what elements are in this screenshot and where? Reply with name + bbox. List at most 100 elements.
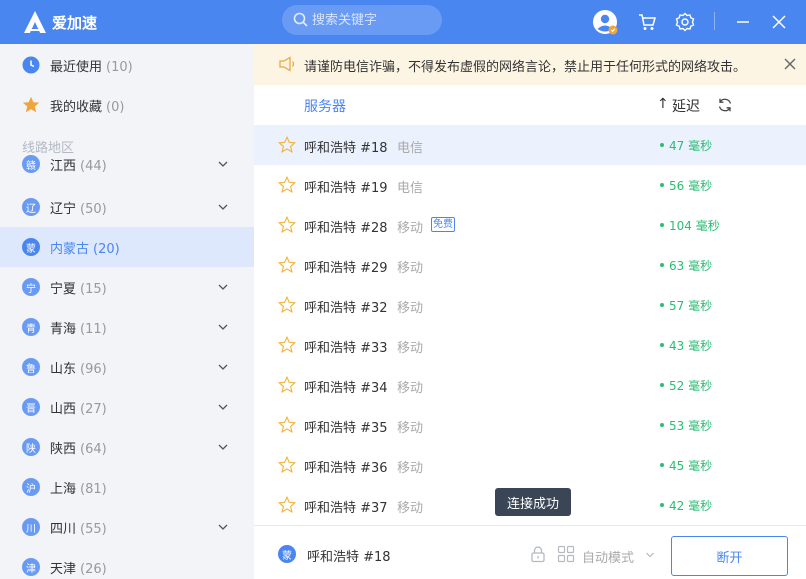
title-bar: 爱加速 — [0, 0, 806, 44]
server-row[interactable]: 呼和浩特 #28 移动 免费 104 毫秒 — [254, 205, 806, 245]
cart-icon[interactable] — [634, 9, 660, 35]
current-server-name: 呼和浩特 #18 — [307, 550, 391, 565]
app-logo-icon — [24, 11, 46, 33]
sidebar-item-jiangxi[interactable]: 赣 江西 (44) — [0, 146, 254, 182]
sidebar-item-sichuan[interactable]: 川 四川 (55) — [0, 507, 254, 547]
server-row[interactable]: 呼和浩特 #33 移动 43 毫秒 — [254, 325, 806, 365]
server-row[interactable]: 呼和浩特 #19 电信 56 毫秒 — [254, 165, 806, 205]
notice-bar: 请谨防电信诈骗，不得发布虚假的网络言论，禁止用于任何形式的网络攻击。 — [254, 44, 806, 85]
search-box[interactable] — [282, 5, 442, 35]
region-badge: 宁 — [22, 278, 40, 296]
sidebar-item-shanxi[interactable]: 晋 山西 (27) — [0, 387, 254, 427]
disconnect-button[interactable]: 断开 — [671, 536, 788, 576]
server-name: 呼和浩特 #28 — [304, 221, 388, 236]
gear-icon[interactable] — [672, 9, 698, 35]
column-header-latency[interactable]: 延迟 — [672, 96, 700, 116]
latency-dot — [660, 303, 664, 307]
latency-dot — [660, 383, 664, 387]
search-input[interactable] — [312, 11, 432, 29]
sidebar-item-label: 天津 — [50, 561, 77, 577]
server-latency: 63 毫秒 — [669, 259, 713, 273]
server-latency: 56 毫秒 — [669, 179, 713, 193]
server-name: 呼和浩特 #19 — [304, 181, 388, 196]
sidebar-item-qinghai[interactable]: 青 青海 (11) — [0, 307, 254, 347]
minimize-icon[interactable] — [730, 9, 756, 35]
server-row[interactable]: 呼和浩特 #36 移动 45 毫秒 — [254, 445, 806, 485]
sidebar-item-label: 辽宁 — [50, 201, 77, 217]
server-name: 呼和浩特 #34 — [304, 381, 388, 396]
server-row[interactable]: 呼和浩特 #29 移动 63 毫秒 — [254, 245, 806, 285]
server-name: 呼和浩特 #35 — [304, 421, 388, 436]
server-row[interactable]: 呼和浩特 #18 电信 47 毫秒 — [254, 125, 806, 165]
star-outline-icon[interactable] — [278, 136, 296, 154]
region-badge: 津 — [22, 558, 40, 576]
close-icon[interactable] — [782, 56, 798, 72]
region-badge: 辽 — [22, 198, 40, 216]
sidebar-item-neimenggu[interactable]: 蒙 内蒙古 (20) — [0, 227, 254, 267]
star-outline-icon[interactable] — [278, 256, 296, 274]
server-name: 呼和浩特 #29 — [304, 261, 388, 276]
sidebar-item-count: (11) — [80, 321, 107, 337]
sidebar-item-label: 山西 — [50, 401, 77, 417]
user-avatar-icon[interactable] — [592, 9, 618, 35]
star-outline-icon[interactable] — [278, 296, 296, 314]
close-icon[interactable] — [766, 9, 792, 35]
sidebar-item-label: 江西 — [50, 158, 77, 174]
server-isp: 移动 — [397, 341, 424, 356]
latency-dot — [660, 183, 664, 187]
latency-dot — [660, 503, 664, 507]
server-row[interactable]: 呼和浩特 #34 移动 52 毫秒 — [254, 365, 806, 405]
star-outline-icon[interactable] — [278, 376, 296, 394]
server-row[interactable]: 呼和浩特 #35 移动 53 毫秒 — [254, 405, 806, 445]
refresh-icon[interactable] — [717, 97, 733, 113]
star-outline-icon[interactable] — [278, 216, 296, 234]
sidebar-item-count: (44) — [80, 158, 107, 174]
sidebar-item-shaanxi[interactable]: 陕 陕西 (64) — [0, 427, 254, 467]
app-title: 爱加速 — [52, 14, 98, 32]
sidebar-item-label: 我的收藏 — [50, 99, 103, 115]
column-header-server[interactable]: 服务器 — [304, 96, 346, 116]
sidebar-item-shanghai[interactable]: 沪 上海 (81) — [0, 467, 254, 507]
star-outline-icon[interactable] — [278, 336, 296, 354]
lock-icon[interactable] — [529, 545, 547, 563]
sidebar-item-liaoning[interactable]: 辽 辽宁 (50) — [0, 187, 254, 227]
star-outline-icon[interactable] — [278, 496, 296, 514]
region-badge: 蒙 — [22, 238, 40, 256]
region-badge: 沪 — [22, 478, 40, 496]
star-outline-icon[interactable] — [278, 176, 296, 194]
sidebar-item-tianjin[interactable]: 津 天津 (26) — [0, 547, 254, 579]
sidebar-item-count: (26) — [80, 561, 107, 577]
server-latency: 45 毫秒 — [669, 459, 713, 473]
sidebar-item-label: 最近使用 — [50, 59, 103, 75]
sidebar-item-favorites[interactable]: 我的收藏 (0) — [0, 85, 254, 125]
sidebar-item-shandong[interactable]: 鲁 山东 (96) — [0, 347, 254, 387]
server-latency: 104 毫秒 — [669, 219, 720, 233]
megaphone-icon — [279, 56, 295, 72]
star-outline-icon[interactable] — [278, 416, 296, 434]
region-badge: 晋 — [22, 398, 40, 416]
sidebar-item-label: 四川 — [50, 521, 77, 537]
server-isp: 移动 — [397, 261, 424, 276]
sidebar: 最近使用 (10) 我的收藏 (0) 线路地区 赣 江西 (44) 辽 辽宁 (50) … — [0, 44, 254, 579]
sidebar-item-count: (20) — [93, 241, 120, 257]
server-isp: 移动 — [397, 301, 424, 316]
server-isp: 移动 — [397, 501, 424, 516]
server-row[interactable]: 呼和浩特 #32 移动 57 毫秒 — [254, 285, 806, 325]
sidebar-item-count: (27) — [80, 401, 107, 417]
star-outline-icon[interactable] — [278, 456, 296, 474]
notice-text: 请谨防电信诈骗，不得发布虚假的网络言论，禁止用于任何形式的网络攻击。 — [304, 60, 747, 75]
sidebar-item-recent[interactable]: 最近使用 (10) — [0, 45, 254, 85]
sidebar-item-label: 陕西 — [50, 441, 77, 457]
server-latency: 43 毫秒 — [669, 339, 713, 353]
chevron-down-icon — [218, 204, 228, 210]
grid-icon[interactable] — [557, 545, 575, 563]
mode-select[interactable]: 自动模式 — [582, 547, 634, 566]
latency-dot — [660, 343, 664, 347]
latency-dot — [660, 143, 664, 147]
sidebar-item-label: 宁夏 — [50, 281, 77, 297]
chevron-down-icon[interactable] — [645, 550, 655, 560]
latency-dot — [660, 463, 664, 467]
server-isp: 移动 — [397, 421, 424, 436]
sort-arrow-icon: ↑ — [657, 96, 669, 112]
sidebar-item-ningxia[interactable]: 宁 宁夏 (15) — [0, 267, 254, 307]
